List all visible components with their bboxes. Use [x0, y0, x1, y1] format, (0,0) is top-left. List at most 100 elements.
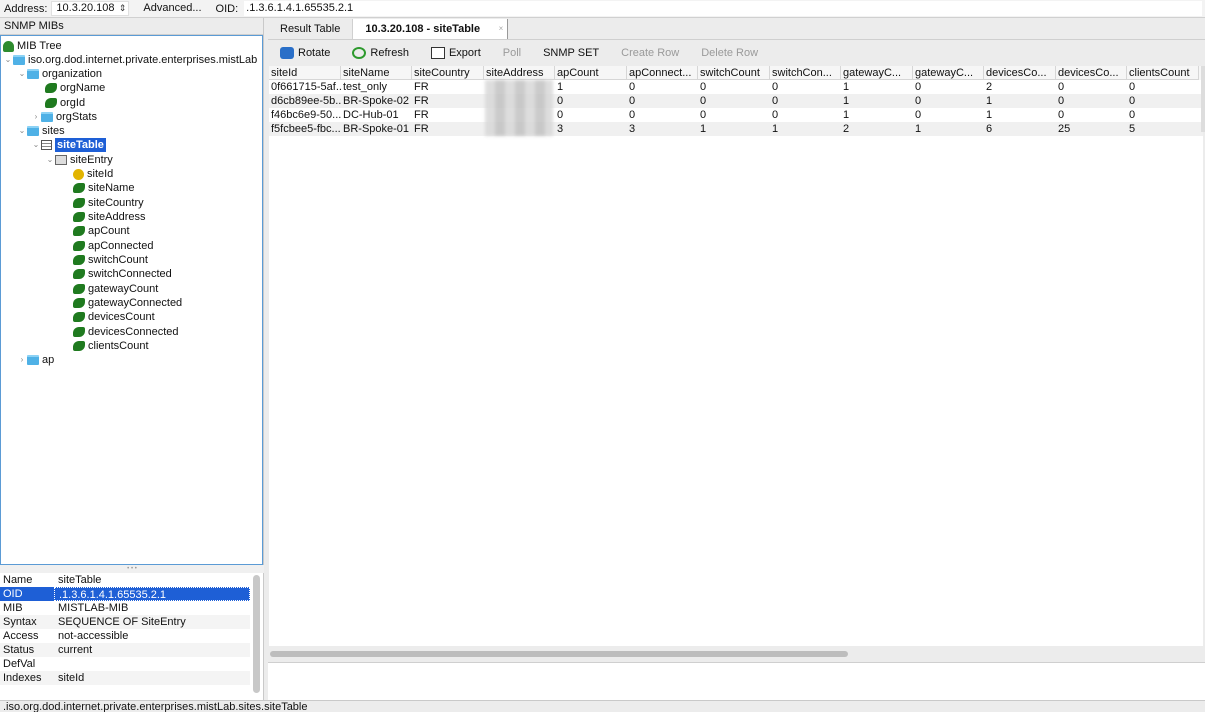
tree-node-siteaddress[interactable]: siteAddress	[73, 210, 145, 224]
poll-button[interactable]: Poll	[503, 47, 521, 59]
splitter-handle[interactable]: • • •	[0, 565, 264, 573]
table-cell[interactable]: 0	[555, 94, 627, 108]
table-cell[interactable]: 0	[698, 94, 770, 108]
table-cell[interactable]: test_only	[341, 80, 412, 94]
address-input[interactable]: 10.3.20.108 ⇕	[51, 1, 130, 16]
table-row[interactable]: 0f661715-5af... test_only FR 1 0 0 0 1 0 2 0 0	[269, 80, 1203, 94]
table-row[interactable]: f46bc6e9-50... DC-Hub-01 FR 0 0 0 0 1 0 1 0 0	[269, 108, 1203, 122]
column-header[interactable]: gatewayC...	[841, 66, 913, 80]
table-cell[interactable]: 0	[627, 108, 698, 122]
tree-node-mistlab[interactable]: ⌄ iso.org.dod.internet.private.enterprise…	[3, 53, 258, 67]
table-cell[interactable]: 0	[770, 108, 841, 122]
column-header[interactable]: siteCountry	[412, 66, 484, 80]
table-cell[interactable]: 0	[627, 94, 698, 108]
tree-node-orgname[interactable]: orgName	[45, 81, 105, 95]
table-cell[interactable]: 1	[841, 108, 913, 122]
chevron-down-icon[interactable]: ⌄	[17, 67, 27, 81]
result-grid[interactable]: siteId siteName siteCountry siteAddress apCo…	[269, 66, 1203, 646]
chevron-down-icon[interactable]: ⌄	[17, 124, 27, 138]
tree-node-siteid[interactable]: siteId	[73, 167, 113, 181]
table-cell[interactable]: 0	[555, 108, 627, 122]
tab-result-table[interactable]: Result Table	[268, 19, 352, 39]
tree-node-gatewayconnected[interactable]: gatewayConnected	[73, 296, 182, 310]
close-icon[interactable]: ×	[499, 19, 504, 39]
tree-node-sites[interactable]: ⌄ sites	[17, 124, 65, 138]
column-header[interactable]: apConnect...	[627, 66, 698, 80]
table-cell[interactable]: FR	[412, 80, 484, 94]
table-cell[interactable]: 25	[1056, 122, 1127, 136]
tree-node-siteentry[interactable]: ⌄ siteEntry	[45, 153, 113, 167]
delete-row-button[interactable]: Delete Row	[701, 47, 758, 59]
table-cell[interactable]: 1	[984, 94, 1056, 108]
table-cell[interactable]: BR-Spoke-01	[341, 122, 412, 136]
table-cell[interactable]: FR	[412, 94, 484, 108]
mib-tree[interactable]: MIB Tree ⌄ iso.org.dod.internet.private.e…	[0, 35, 263, 565]
table-cell[interactable]: 0	[1127, 108, 1199, 122]
chevron-down-icon[interactable]: ⌄	[3, 53, 13, 67]
table-cell[interactable]: 0	[698, 80, 770, 94]
table-cell[interactable]: 1	[770, 122, 841, 136]
table-cell[interactable]: 0	[1056, 108, 1127, 122]
tree-node-mib-tree[interactable]: MIB Tree	[3, 39, 62, 53]
column-header[interactable]: apCount	[555, 66, 627, 80]
tree-node-devicescount[interactable]: devicesCount	[73, 310, 155, 324]
table-cell[interactable]: BR-Spoke-02	[341, 94, 412, 108]
spinner-icon[interactable]: ⇕	[119, 2, 127, 15]
rotate-button[interactable]: Rotate	[280, 47, 330, 59]
table-cell[interactable]: 1	[841, 80, 913, 94]
table-cell[interactable]: 3	[555, 122, 627, 136]
table-cell[interactable]: 1	[555, 80, 627, 94]
tree-node-gatewaycount[interactable]: gatewayCount	[73, 282, 158, 296]
column-header[interactable]: gatewayC...	[913, 66, 984, 80]
column-header[interactable]: siteAddress	[484, 66, 555, 80]
table-cell[interactable]: 0	[1127, 94, 1199, 108]
column-header[interactable]: siteId	[269, 66, 341, 80]
snmp-set-button[interactable]: SNMP SET	[543, 47, 599, 59]
table-cell[interactable]: 0	[913, 94, 984, 108]
chevron-down-icon[interactable]: ⌄	[45, 153, 55, 167]
tree-node-sitename[interactable]: siteName	[73, 181, 134, 195]
table-cell[interactable]: 0	[698, 108, 770, 122]
table-cell[interactable]: 3	[627, 122, 698, 136]
table-cell[interactable]: DC-Hub-01	[341, 108, 412, 122]
table-cell[interactable]: 2	[984, 80, 1056, 94]
table-cell[interactable]: 0	[770, 94, 841, 108]
table-row[interactable]: d6cb89ee-5b... BR-Spoke-02 FR 0 0 0 0 1 0 1 0 0	[269, 94, 1203, 108]
column-header[interactable]: devicesCo...	[984, 66, 1056, 80]
tree-node-ap[interactable]: › ap	[17, 353, 55, 367]
tree-node-sitecountry[interactable]: siteCountry	[73, 196, 144, 210]
tab-sitetable[interactable]: 10.3.20.108 - siteTable ×	[352, 19, 509, 39]
tree-node-apcount[interactable]: apCount	[73, 224, 130, 238]
table-cell[interactable]: FR	[412, 108, 484, 122]
refresh-button[interactable]: Refresh	[352, 47, 409, 59]
table-cell[interactable]: 0	[1056, 80, 1127, 94]
table-cell[interactable]: 0	[627, 80, 698, 94]
chevron-right-icon[interactable]: ›	[31, 110, 41, 124]
tree-node-orgstats[interactable]: › orgStats	[31, 110, 97, 124]
table-cell[interactable]: 1	[984, 108, 1056, 122]
table-cell[interactable]: 5	[1127, 122, 1199, 136]
table-cell[interactable]: FR	[412, 122, 484, 136]
column-header[interactable]: switchCount	[698, 66, 770, 80]
column-header[interactable]: clientsCount	[1127, 66, 1199, 80]
tree-node-sitetable[interactable]: ⌄ siteTable	[31, 138, 106, 152]
table-cell[interactable]: f5fcbee5-fbc...	[269, 122, 341, 136]
table-cell[interactable]: 0	[913, 80, 984, 94]
table-cell[interactable]: f46bc6e9-50...	[269, 108, 341, 122]
tree-node-apconnected[interactable]: apConnected	[73, 239, 153, 253]
table-cell[interactable]: 2	[841, 122, 913, 136]
column-header[interactable]: siteName	[341, 66, 412, 80]
grid-hscroll[interactable]	[270, 651, 848, 657]
tree-node-orgid[interactable]: orgId	[45, 96, 85, 110]
prop-row[interactable]: OID .1.3.6.1.4.1.65535.2.1	[0, 587, 250, 601]
tree-node-switchconnected[interactable]: switchConnected	[73, 267, 172, 281]
oid-input[interactable]: .1.3.6.1.4.1.65535.2.1	[244, 1, 1203, 16]
tree-node-switchcount[interactable]: switchCount	[73, 253, 148, 267]
table-cell[interactable]: 1	[841, 94, 913, 108]
table-cell[interactable]: 6	[984, 122, 1056, 136]
create-row-button[interactable]: Create Row	[621, 47, 679, 59]
table-cell[interactable]: 0f661715-5af...	[269, 80, 341, 94]
tree-node-clientscount[interactable]: clientsCount	[73, 339, 149, 353]
tree-node-devicesconnected[interactable]: devicesConnected	[73, 325, 179, 339]
chevron-right-icon[interactable]: ›	[17, 353, 27, 367]
